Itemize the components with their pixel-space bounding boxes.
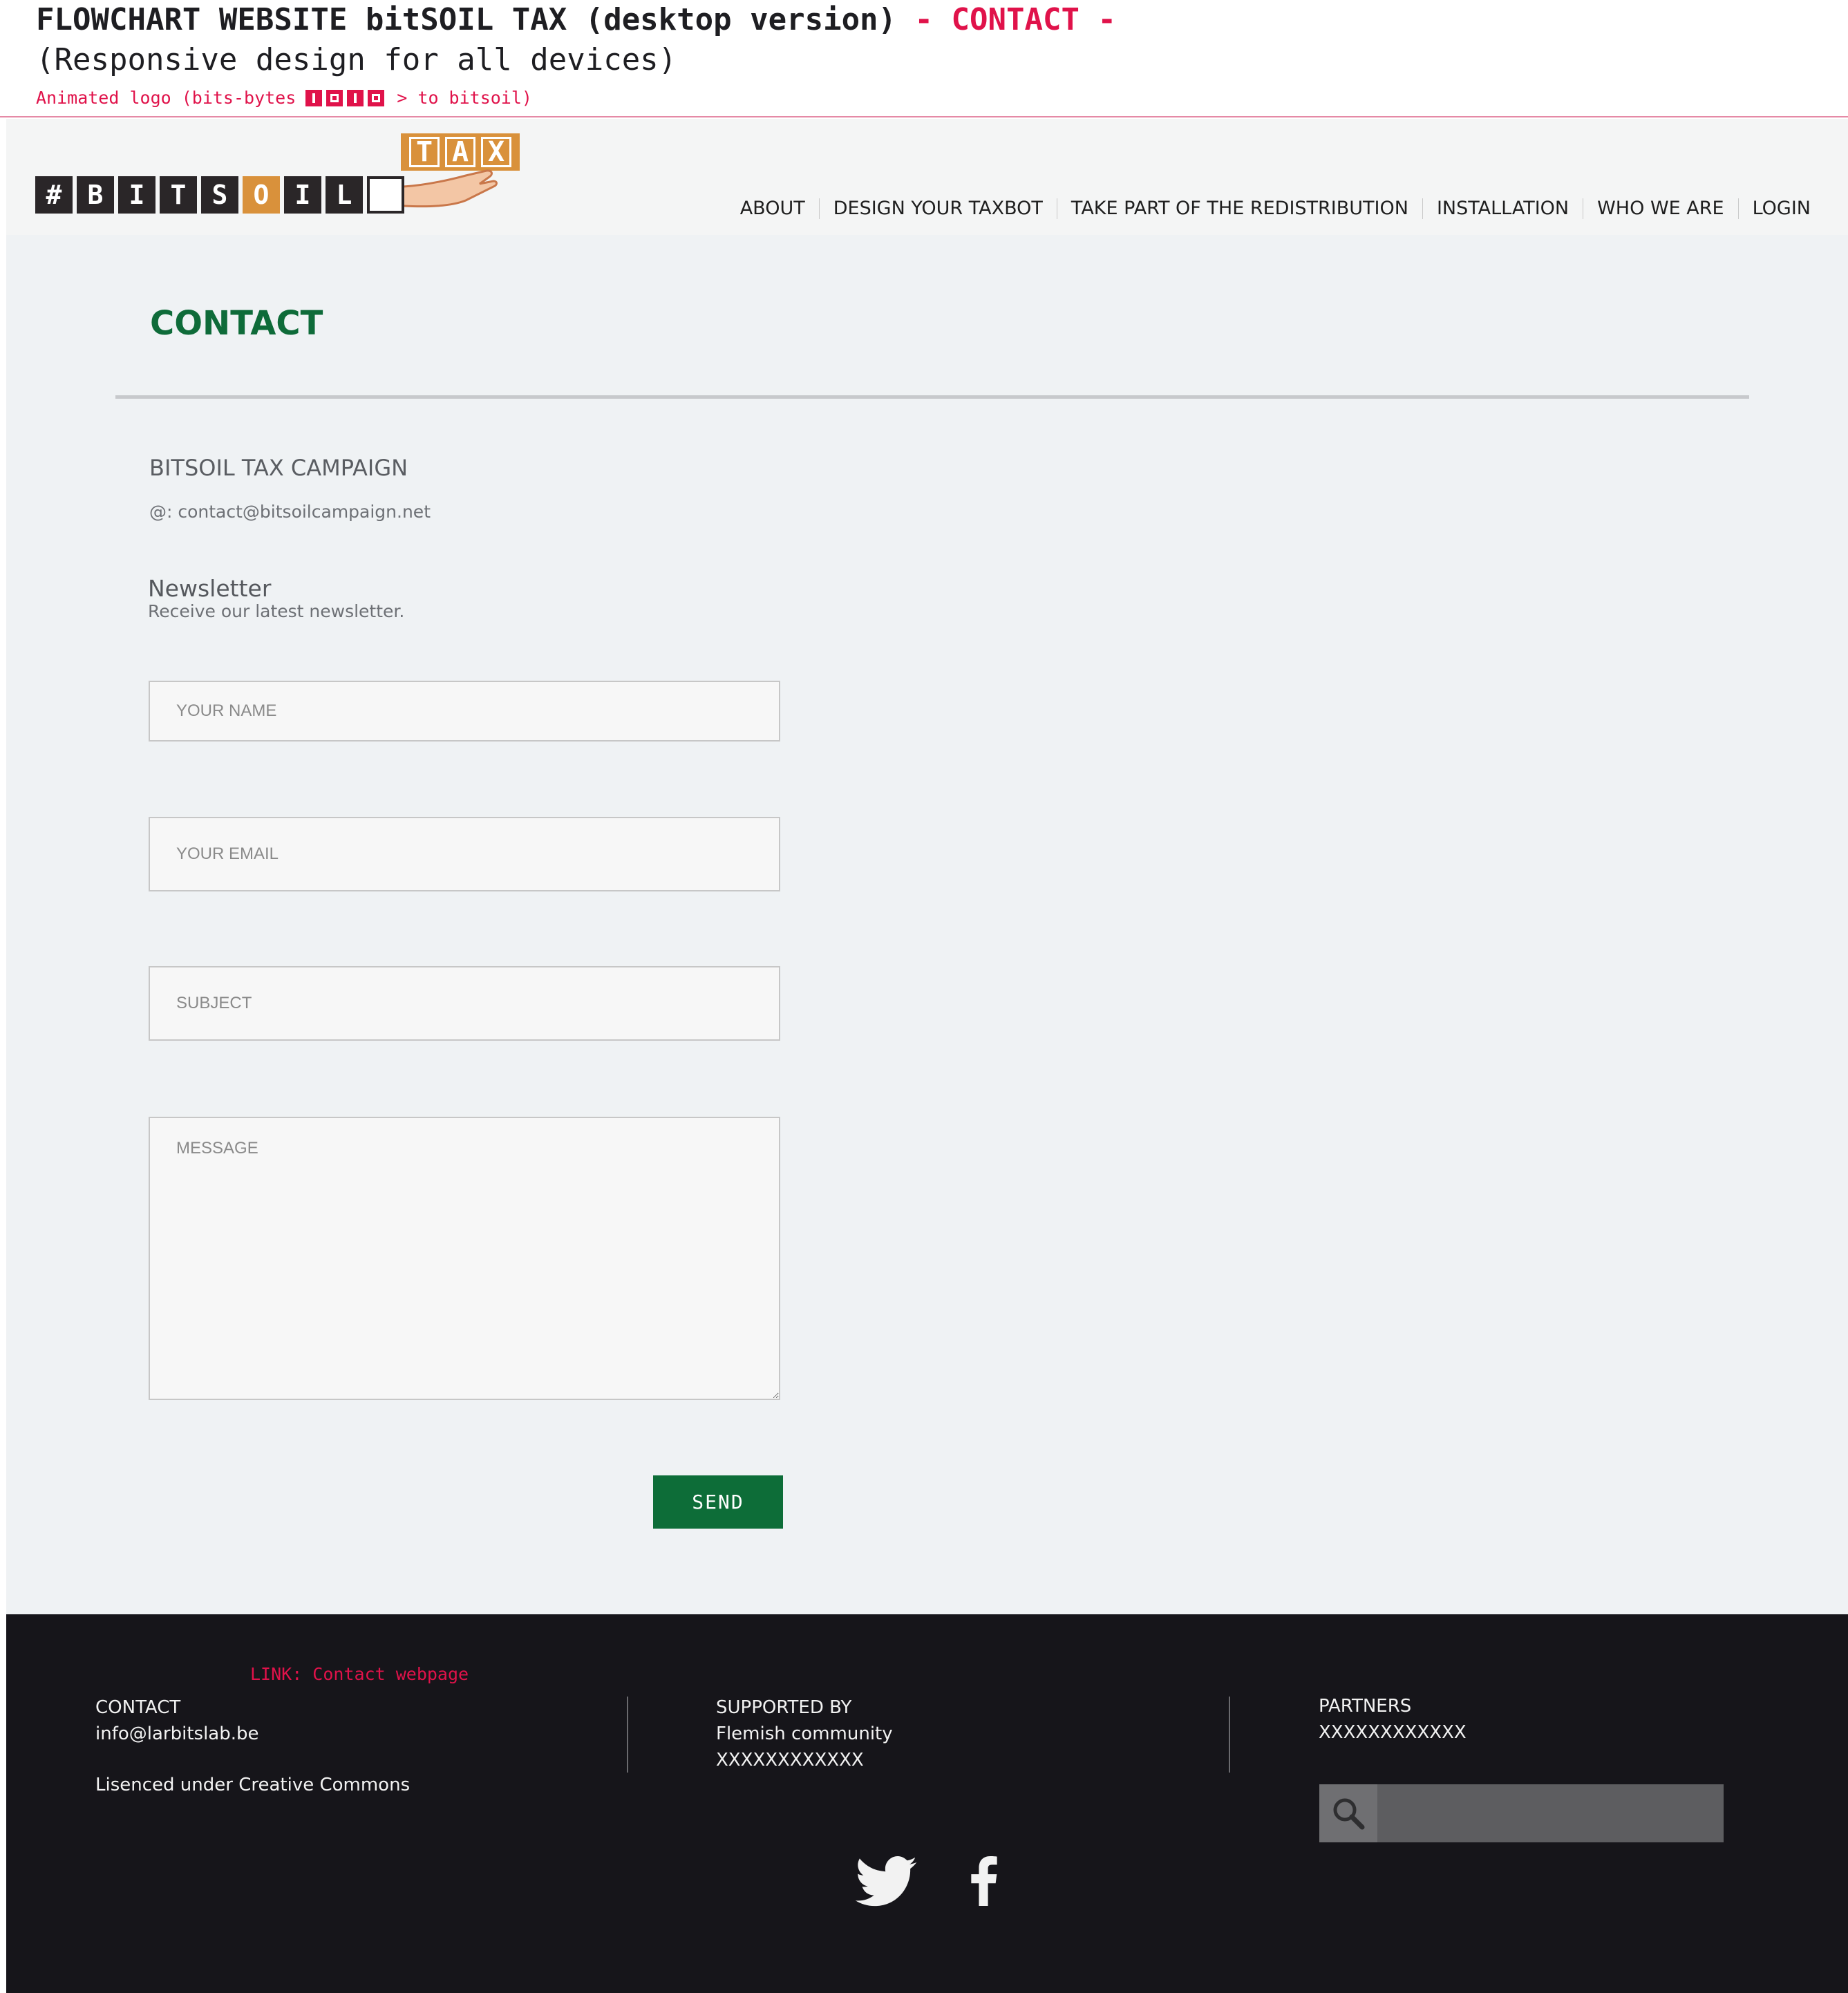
nav-who-we-are[interactable]: WHO WE ARE: [1583, 193, 1737, 224]
footer-divider: [1229, 1697, 1230, 1773]
footer-contact-email[interactable]: info@larbitslab.be: [95, 1721, 410, 1747]
search-icon: [1333, 1798, 1365, 1830]
flowchart-title-text: FLOWCHART WEBSITE bitSOIL TAX (desktop v…: [36, 2, 897, 37]
flowchart-title: FLOWCHART WEBSITE bitSOIL TAX (desktop v…: [36, 0, 1116, 40]
footer-supported-line: XXXXXXXXXXXX: [716, 1750, 864, 1770]
campaign-heading: BITSOIL TAX CAMPAIGN: [149, 455, 408, 481]
footer-supported-heading: SUPPORTED BY: [716, 1697, 852, 1718]
newsletter-subtitle: Receive our latest newsletter.: [148, 601, 405, 621]
bit-one-icon: [305, 90, 323, 106]
footer-supported: SUPPORTED BY Flemish community XXXXXXXXX…: [716, 1694, 893, 1773]
bit-one-icon: [347, 90, 364, 106]
send-button[interactable]: SEND: [653, 1475, 783, 1529]
logo-tile: #: [35, 176, 73, 214]
nav-about[interactable]: ABOUT: [726, 193, 819, 224]
footer-partners-line: XXXXXXXXXXXX: [1319, 1722, 1467, 1743]
footer-contact-heading: CONTACT: [95, 1697, 181, 1718]
footer-spacer: [95, 1747, 410, 1772]
logo-tile: I: [118, 176, 155, 214]
site-header: T A X # B I T S O I L ABOUT DESIGN YOUR …: [6, 119, 1848, 235]
bitsoil-logo[interactable]: # B I T S O I L: [35, 176, 404, 214]
flowchart-subtitle: (Responsive design for all devices): [36, 42, 677, 77]
page-title: CONTACT: [150, 304, 323, 343]
nav-design-your-taxbot[interactable]: DESIGN YOUR TAXBOT: [820, 193, 1057, 224]
bits-bytes-icon: [305, 90, 385, 106]
logo-tile: B: [77, 176, 114, 214]
title-divider: [115, 395, 1749, 399]
hand-icon: [397, 169, 498, 208]
footer-partners: PARTNERS XXXXXXXXXXXX: [1319, 1693, 1467, 1746]
footer-search: [1319, 1784, 1724, 1842]
facebook-icon[interactable]: [969, 1856, 998, 1906]
logo-tile: S: [201, 176, 238, 214]
nav-installation[interactable]: INSTALLATION: [1423, 193, 1583, 224]
flowchart-title-accent: - CONTACT -: [896, 2, 1116, 37]
footer-partners-heading: PARTNERS: [1319, 1696, 1412, 1717]
logo-annotation: Animated logo (bits-bytes > to bitsoil): [36, 86, 532, 111]
newsletter-title: Newsletter: [148, 575, 272, 602]
footer-divider: [627, 1697, 628, 1773]
footer-license: Lisenced under Creative Commons: [95, 1775, 411, 1795]
link-annotation: LINK: Contact webpage: [250, 1664, 469, 1684]
logo-tile: T: [160, 176, 197, 214]
footer-contact: CONTACT info@larbitslab.be Lisenced unde…: [95, 1694, 410, 1798]
annotation-divider: [0, 116, 1848, 117]
nav-login[interactable]: LOGIN: [1739, 193, 1825, 224]
search-button[interactable]: [1319, 1784, 1377, 1842]
email-field[interactable]: [149, 817, 780, 891]
logo-annotation-prefix: Animated logo (bits-bytes: [36, 88, 296, 108]
name-field[interactable]: [149, 681, 780, 742]
logo-tile: [367, 176, 404, 214]
campaign-email[interactable]: @: contact@bitsoilcampaign.net: [149, 502, 431, 522]
footer-supported-line: Flemish community: [716, 1723, 893, 1744]
logo-tile: O: [243, 176, 280, 214]
subject-field[interactable]: [149, 966, 780, 1041]
main-nav: ABOUT DESIGN YOUR TAXBOT TAKE PART OF TH…: [726, 193, 1825, 224]
logo-tile: L: [326, 176, 363, 214]
contact-main: CONTACT BITSOIL TAX CAMPAIGN @: contact@…: [6, 235, 1848, 1614]
bit-zero-icon: [326, 90, 343, 106]
bit-zero-icon: [368, 90, 385, 106]
site-footer: LINK: Contact webpage CONTACT info@larbi…: [6, 1614, 1848, 1993]
logo-tile: I: [284, 176, 321, 214]
twitter-icon[interactable]: [855, 1856, 917, 1907]
logo-annotation-suffix: > to bitsoil): [397, 88, 532, 108]
message-field[interactable]: [149, 1117, 780, 1400]
nav-redistribution[interactable]: TAKE PART OF THE REDISTRIBUTION: [1057, 193, 1422, 224]
search-input[interactable]: [1377, 1784, 1724, 1842]
